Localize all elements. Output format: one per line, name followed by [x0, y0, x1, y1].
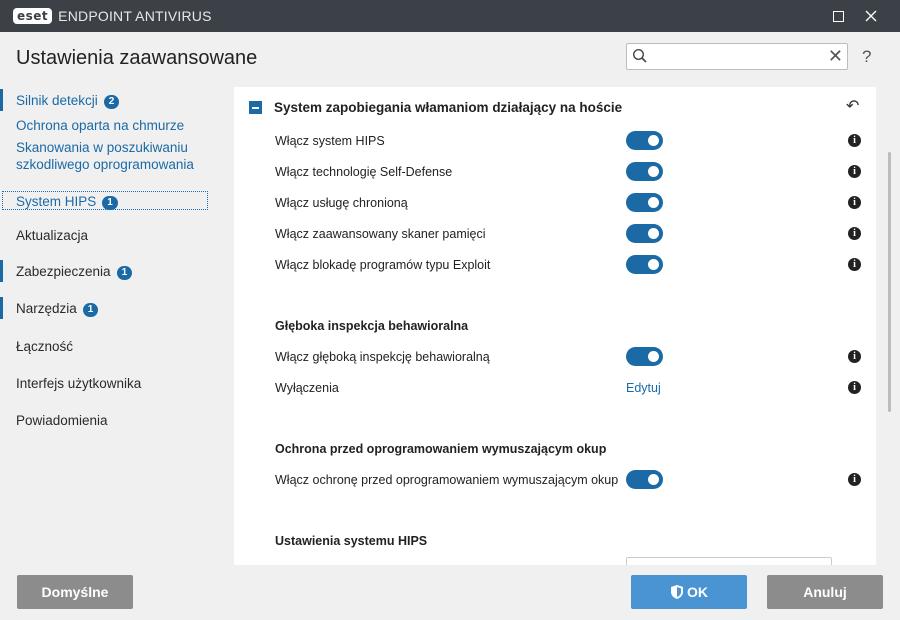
sidebar-item-label: Interfejs użytkownika	[16, 376, 142, 391]
setting-label: Włącz system HIPS	[275, 134, 385, 148]
info-icon[interactable]: i	[848, 165, 861, 178]
info-icon[interactable]: i	[848, 134, 861, 147]
toggle-switch[interactable]	[626, 193, 663, 212]
section-header: System zapobiegania włamaniom działający…	[249, 100, 622, 115]
sidebar-item-label: Zabezpieczenia	[16, 264, 111, 279]
collapse-icon[interactable]	[249, 101, 262, 114]
sidebar-item-label: Aktualizacja	[16, 228, 89, 243]
cancel-button[interactable]: Anuluj	[767, 575, 883, 609]
section-marker	[0, 297, 3, 319]
sidebar-item-lacznosc[interactable]: Łączność	[16, 339, 73, 354]
logo-mark: eset	[13, 8, 53, 24]
title-bar: eset ENDPOINT ANTIVIRUS	[0, 0, 900, 32]
search-input[interactable]	[653, 47, 823, 66]
sidebar-item-silnik-detekcji[interactable]: Silnik detekcji 2	[16, 93, 120, 109]
toggle-switch[interactable]	[626, 131, 663, 150]
setting-label: Włącz blokadę programów typu Exploit	[275, 258, 491, 272]
setting-label: Włącz usługę chronioną	[275, 196, 408, 210]
ok-label: OK	[687, 584, 708, 600]
sidebar-item-label: Ochrona oparta na chmurze	[16, 118, 185, 133]
sidebar-item-ochrona-chmura[interactable]: Ochrona oparta na chmurze	[16, 118, 184, 133]
dropdown-select[interactable]	[626, 557, 832, 565]
reset-icon[interactable]: ↶	[846, 96, 859, 116]
help-button[interactable]: ?	[862, 47, 871, 67]
toggle-switch[interactable]	[626, 470, 663, 489]
section-title: System zapobiegania włamaniom działający…	[274, 100, 623, 115]
clear-icon[interactable]: ✕	[828, 46, 843, 67]
group-title: Ustawienia systemu HIPS	[275, 534, 428, 548]
toggle-switch[interactable]	[626, 347, 663, 366]
scrollbar-thumb[interactable]	[888, 152, 891, 412]
eset-logo: eset ENDPOINT ANTIVIRUS	[13, 8, 212, 24]
sidebar-item-aktualizacja[interactable]: Aktualizacja	[16, 228, 88, 243]
count-badge: 1	[116, 266, 133, 280]
count-badge: 1	[82, 303, 99, 317]
info-icon[interactable]: i	[848, 381, 861, 394]
sidebar-item-interfejs[interactable]: Interfejs użytkownika	[16, 376, 141, 391]
sidebar-item-powiadomienia[interactable]: Powiadomienia	[16, 413, 108, 428]
toggle-switch[interactable]	[626, 162, 663, 181]
maximize-button[interactable]	[823, 0, 853, 32]
section-marker	[0, 260, 3, 282]
close-button[interactable]	[856, 0, 886, 32]
info-icon[interactable]: i	[848, 258, 861, 271]
info-icon[interactable]: i	[848, 473, 861, 486]
default-button[interactable]: Domyślne	[17, 575, 133, 609]
group-title: Głęboka inspekcja behawioralna	[275, 319, 469, 333]
sidebar-item-label: Łączność	[16, 339, 74, 354]
settings-panel: System zapobiegania włamaniom działający…	[234, 87, 876, 565]
count-badge: 2	[103, 95, 120, 109]
setting-label: Włącz technologię Self-Defense	[275, 165, 453, 179]
search-icon	[632, 48, 647, 63]
info-icon[interactable]: i	[848, 350, 861, 363]
edit-link[interactable]: Edytuj	[626, 381, 661, 395]
sidebar-item-zabezpieczenia[interactable]: Zabezpieczenia 1	[16, 264, 133, 280]
count-badge: 1	[102, 196, 118, 210]
info-icon[interactable]: i	[848, 196, 861, 209]
toggle-switch[interactable]	[626, 224, 663, 243]
info-icon[interactable]: i	[848, 227, 861, 240]
ok-button[interactable]: OK	[631, 575, 747, 609]
setting-label: Włącz zaawansowany skaner pamięci	[275, 227, 486, 241]
toggle-switch[interactable]	[626, 255, 663, 274]
search-box[interactable]: ✕	[626, 43, 848, 70]
close-icon	[865, 10, 877, 22]
sidebar-item-label: Silnik detekcji	[16, 93, 98, 108]
page-title: Ustawienia zaawansowane	[16, 47, 258, 69]
sidebar-item-label: System HIPS	[16, 194, 97, 209]
shield-icon	[671, 585, 683, 599]
group-title: Ochrona przed oprogramowaniem wymuszając…	[275, 442, 607, 456]
sidebar-item-label: Skanowania w poszukiwaniu szkodliwego op…	[16, 140, 194, 172]
maximize-icon	[832, 10, 844, 22]
product-name: ENDPOINT ANTIVIRUS	[58, 8, 212, 24]
section-marker	[0, 89, 3, 111]
setting-label: Włącz ochronę przed oprogramowaniem wymu…	[275, 473, 619, 487]
setting-label: Wyłączenia	[275, 381, 339, 395]
sidebar-item-skanowania[interactable]: Skanowania w poszukiwaniu szkodliwego op…	[16, 139, 206, 173]
setting-label: Włącz głęboką inspekcję behawioralną	[275, 350, 490, 364]
sidebar-item-system-hips[interactable]: System HIPS 1	[16, 194, 118, 210]
sidebar-item-narzedzia[interactable]: Narzędzia 1	[16, 301, 99, 317]
sidebar-item-label: Narzędzia	[16, 301, 77, 316]
sidebar-item-label: Powiadomienia	[16, 413, 108, 428]
